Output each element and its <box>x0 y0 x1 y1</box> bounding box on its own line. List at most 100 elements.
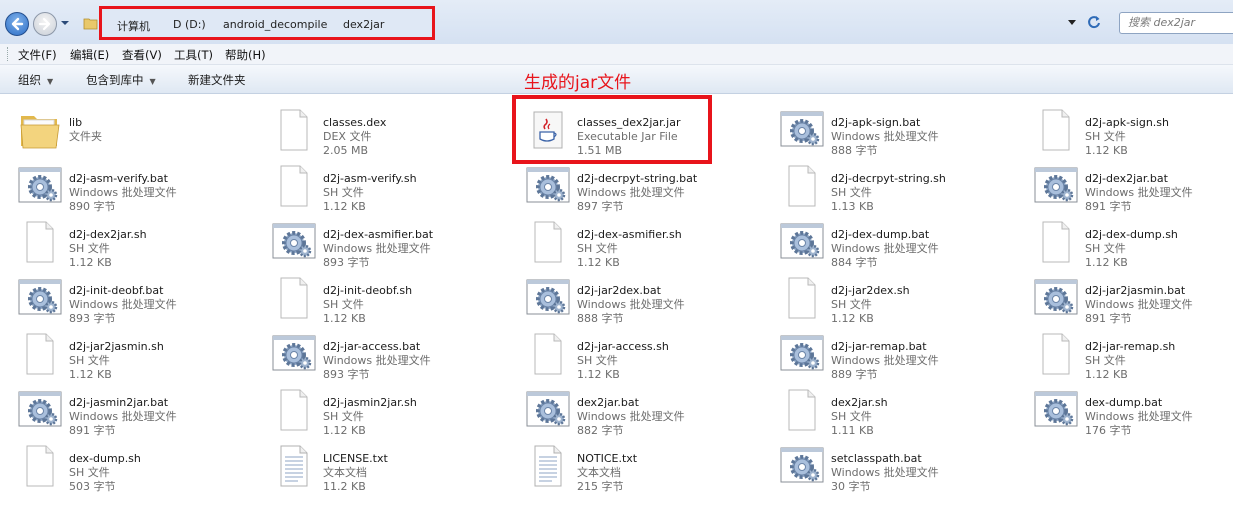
file-type: SH 文件 <box>831 410 872 423</box>
file-item[interactable]: dex-dump.sh SH 文件 503 字节 <box>0 436 240 493</box>
breadcrumb-dex2jar[interactable]: dex2jar <box>343 18 384 31</box>
batch-gear-icon <box>526 164 570 208</box>
file-type: SH 文件 <box>1085 130 1126 143</box>
file-item[interactable]: d2j-init-deobf.sh SH 文件 1.12 KB <box>254 268 494 325</box>
arrow-left-icon <box>11 17 24 31</box>
file-size: 11.2 KB <box>323 480 366 493</box>
file-item[interactable]: d2j-dex-asmifier.sh SH 文件 1.12 KB <box>508 212 748 269</box>
file-item[interactable]: LICENSE.txt 文本文档 11.2 KB <box>254 436 494 493</box>
address-history-dropdown-icon[interactable] <box>1067 19 1077 27</box>
file-item[interactable]: d2j-jar-access.bat Windows 批处理文件 893 字节 <box>254 324 494 381</box>
search-input[interactable]: 搜索 dex2jar <box>1119 12 1233 34</box>
new-folder-button[interactable]: 新建文件夹 <box>188 72 246 88</box>
document-icon <box>18 332 62 376</box>
file-type: Windows 批处理文件 <box>1085 186 1193 199</box>
file-name: d2j-dex-dump.sh <box>1085 228 1178 241</box>
file-item[interactable]: d2j-dex-dump.sh SH 文件 1.12 KB <box>1016 212 1233 269</box>
file-name: classes_dex2jar.jar <box>577 116 681 129</box>
file-item[interactable]: dex2jar.sh SH 文件 1.11 KB <box>762 380 1002 437</box>
menu-view[interactable]: 查看(V) <box>122 47 162 63</box>
file-name: classes.dex <box>323 116 387 129</box>
file-item[interactable]: d2j-dex2jar.bat Windows 批处理文件 891 字节 <box>1016 156 1233 213</box>
file-item[interactable]: d2j-asm-verify.bat Windows 批处理文件 890 字节 <box>0 156 240 213</box>
file-name: d2j-jar-access.sh <box>577 340 669 353</box>
file-item-details: d2j-dex-asmifier.sh SH 文件 1.12 KB <box>577 228 682 270</box>
file-item[interactable]: d2j-dex-asmifier.bat Windows 批处理文件 893 字节 <box>254 212 494 269</box>
document-icon <box>18 220 62 264</box>
batch-gear-icon <box>272 332 316 376</box>
file-item[interactable]: setclasspath.bat Windows 批处理文件 30 字节 <box>762 436 1002 493</box>
file-item-details: d2j-jar-remap.sh SH 文件 1.12 KB <box>1085 340 1175 382</box>
file-item[interactable]: d2j-jar2dex.bat Windows 批处理文件 888 字节 <box>508 268 748 325</box>
arrow-right-icon <box>38 17 51 31</box>
menu-help[interactable]: 帮助(H) <box>225 47 266 63</box>
file-type: SH 文件 <box>577 242 618 255</box>
file-item[interactable]: d2j-decrpyt-string.sh SH 文件 1.13 KB <box>762 156 1002 213</box>
java-jar-icon <box>526 108 570 152</box>
file-item-details: classes_dex2jar.jar Executable Jar File 1.… <box>577 116 681 158</box>
file-size: 30 字节 <box>831 480 871 493</box>
file-item[interactable]: d2j-jar-access.sh SH 文件 1.12 KB <box>508 324 748 381</box>
file-item-details: d2j-decrpyt-string.sh SH 文件 1.13 KB <box>831 172 946 214</box>
file-item-details: d2j-init-deobf.bat Windows 批处理文件 893 字节 <box>69 284 177 326</box>
file-name: d2j-init-deobf.bat <box>69 284 164 297</box>
menu-tools[interactable]: 工具(T) <box>174 47 213 63</box>
file-type: Windows 批处理文件 <box>577 410 685 423</box>
file-type: DEX 文件 <box>323 130 372 143</box>
file-name: dex-dump.bat <box>1085 396 1163 409</box>
file-item[interactable]: d2j-dex2jar.sh SH 文件 1.12 KB <box>0 212 240 269</box>
breadcrumb[interactable]: 计算机 D (D:) android_decompile dex2jar <box>99 6 435 40</box>
file-item[interactable]: d2j-asm-verify.sh SH 文件 1.12 KB <box>254 156 494 213</box>
batch-gear-icon <box>18 276 62 320</box>
forward-button[interactable] <box>33 12 57 36</box>
file-name: LICENSE.txt <box>323 452 388 465</box>
file-name: dex-dump.sh <box>69 452 141 465</box>
batch-gear-icon <box>780 332 824 376</box>
breadcrumb-android-decompile[interactable]: android_decompile <box>223 18 327 31</box>
refresh-icon[interactable] <box>1086 14 1102 30</box>
file-item[interactable]: lib 文件夹 <box>0 100 240 152</box>
file-item[interactable]: d2j-jasmin2jar.bat Windows 批处理文件 891 字节 <box>0 380 240 437</box>
file-item[interactable]: d2j-jar2jasmin.bat Windows 批处理文件 891 字节 <box>1016 268 1233 325</box>
file-item[interactable]: d2j-decrpyt-string.bat Windows 批处理文件 897 字… <box>508 156 748 213</box>
document-icon <box>272 276 316 320</box>
menu-edit[interactable]: 编辑(E) <box>70 47 109 63</box>
file-item[interactable]: dex-dump.bat Windows 批处理文件 176 字节 <box>1016 380 1233 437</box>
file-item-details: classes.dex DEX 文件 2.05 MB <box>323 116 386 158</box>
recent-pages-dropdown-icon[interactable] <box>60 18 70 28</box>
file-item[interactable]: d2j-apk-sign.sh SH 文件 1.12 KB <box>1016 100 1233 157</box>
file-type: Windows 批处理文件 <box>323 354 431 367</box>
file-name: d2j-dex-asmifier.sh <box>577 228 682 241</box>
menu-file[interactable]: 文件(F) <box>18 47 57 63</box>
file-item-details: d2j-decrpyt-string.bat Windows 批处理文件 897 字… <box>577 172 697 214</box>
document-icon <box>780 388 824 432</box>
document-icon <box>272 164 316 208</box>
file-item[interactable]: d2j-jar-remap.sh SH 文件 1.12 KB <box>1016 324 1233 381</box>
include-in-library-label: 包含到库中 <box>86 73 144 87</box>
file-item[interactable]: d2j-jar-remap.bat Windows 批处理文件 889 字节 <box>762 324 1002 381</box>
file-size: 215 字节 <box>577 480 624 493</box>
file-name: dex2jar.bat <box>577 396 639 409</box>
file-name: d2j-asm-verify.bat <box>69 172 168 185</box>
file-item[interactable]: d2j-jar2dex.sh SH 文件 1.12 KB <box>762 268 1002 325</box>
include-in-library-button[interactable]: 包含到库中 ▼ <box>86 72 156 88</box>
file-item[interactable]: NOTICE.txt 文本文档 215 字节 <box>508 436 748 493</box>
organize-button[interactable]: 组织 ▼ <box>18 72 53 88</box>
file-item[interactable]: classes_dex2jar.jar Executable Jar File 1.… <box>508 100 748 157</box>
breadcrumb-computer[interactable]: 计算机 <box>117 18 150 34</box>
file-item[interactable]: classes.dex DEX 文件 2.05 MB <box>254 100 494 157</box>
file-item-details: dex2jar.bat Windows 批处理文件 882 字节 <box>577 396 685 438</box>
back-button[interactable] <box>5 12 29 36</box>
file-item[interactable]: d2j-apk-sign.bat Windows 批处理文件 888 字节 <box>762 100 1002 157</box>
file-item[interactable]: d2j-jasmin2jar.sh SH 文件 1.12 KB <box>254 380 494 437</box>
file-item[interactable]: d2j-jar2jasmin.sh SH 文件 1.12 KB <box>0 324 240 381</box>
file-item[interactable]: d2j-init-deobf.bat Windows 批处理文件 893 字节 <box>0 268 240 325</box>
file-item-details: dex-dump.sh SH 文件 503 字节 <box>69 452 141 494</box>
file-item[interactable]: d2j-dex-dump.bat Windows 批处理文件 884 字节 <box>762 212 1002 269</box>
folder-icon <box>18 108 62 152</box>
file-item[interactable]: dex2jar.bat Windows 批处理文件 882 字节 <box>508 380 748 437</box>
file-type: SH 文件 <box>831 186 872 199</box>
breadcrumb-drive-d[interactable]: D (D:) <box>173 18 206 31</box>
organize-label: 组织 <box>18 73 41 87</box>
file-name: d2j-jar-remap.bat <box>831 340 927 353</box>
